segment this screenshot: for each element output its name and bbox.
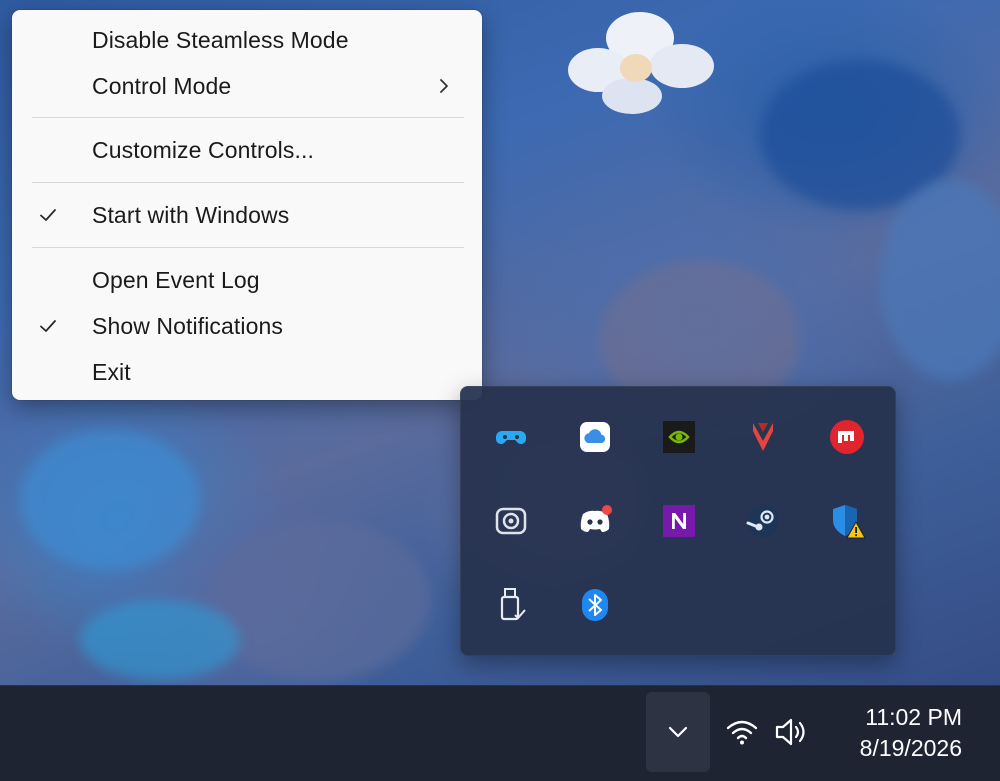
tray-item-nvidia[interactable] [655,413,703,461]
tray-overflow-flyout [460,386,896,656]
tray-item-windows-security[interactable] [823,497,871,545]
discord-icon [580,505,612,532]
checkmark-icon [40,320,56,332]
menu-item-start-with-windows[interactable]: Start with Windows [12,193,482,237]
menu-separator [32,117,464,118]
tray-item-riot-client[interactable] [823,413,871,461]
clock-button[interactable]: 11:02 PM 8/19/2026 [860,702,962,764]
steam-icon [746,505,779,537]
menu-separator [32,247,464,248]
nvidia-icon [663,421,695,453]
menu-separator [32,182,464,183]
menu-item-label: Open Event Log [92,266,260,293]
riot-client-icon [830,420,864,454]
menu-item-label: Disable Steamless Mode [92,26,349,53]
clock-time: 11:02 PM [865,704,962,730]
wifi-icon[interactable] [724,714,760,750]
clock-date: 8/19/2026 [859,735,962,761]
onenote-icon [663,505,695,537]
tray-item-discord[interactable] [571,497,619,545]
tray-item-icloud[interactable] [571,413,619,461]
tray-item-usb-drive[interactable] [487,581,535,629]
tray-item-onenote[interactable] [655,497,703,545]
menu-item-customize-controls[interactable]: Customize Controls... [12,128,482,172]
valorant-icon [753,423,773,451]
tray-context-menu: Disable Steamless Mode Control Mode Cust… [12,10,482,400]
windows-security-icon [833,505,866,539]
menu-item-show-notifications[interactable]: Show Notifications [12,304,482,348]
tray-item-camera-app[interactable] [487,497,535,545]
menu-item-control-mode[interactable]: Control Mode [12,64,482,108]
menu-item-label: Customize Controls... [92,136,314,163]
taskbar: 11:02 PM 8/19/2026 [0,685,1000,781]
menu-item-open-event-log[interactable]: Open Event Log [12,258,482,302]
menu-item-label: Exit [92,358,131,385]
menu-item-label: Show Notifications [92,312,283,339]
tray-item-game-controller[interactable] [487,413,535,461]
menu-item-label: Control Mode [92,72,232,99]
flower-decoration [568,12,714,114]
menu-item-label: Start with Windows [92,201,290,228]
chevron-down-icon [668,726,688,738]
checkmark-icon [40,209,56,221]
bluetooth-icon [582,589,608,621]
usb-drive-icon [500,588,526,621]
tray-item-bluetooth[interactable] [571,581,619,629]
tray-item-steam[interactable] [739,497,787,545]
tray-item-valorant[interactable] [739,413,787,461]
camera-app-icon [495,507,527,535]
icloud-icon [580,422,610,452]
volume-icon[interactable] [772,714,808,750]
show-hidden-icons-button[interactable] [646,692,710,772]
menu-item-exit[interactable]: Exit [12,350,482,394]
chevron-right-icon [440,79,448,93]
menu-item-disable-steamless-mode[interactable]: Disable Steamless Mode [12,18,482,62]
game-controller-icon [496,431,526,444]
